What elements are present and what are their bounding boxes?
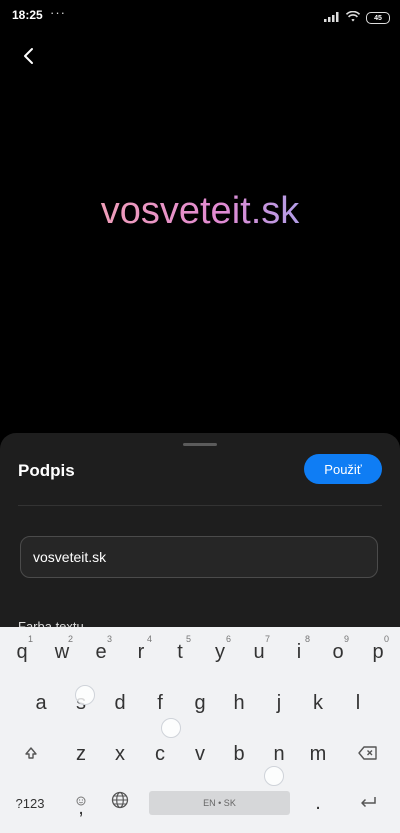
key-q[interactable]: 1q [2, 632, 42, 672]
key-m[interactable]: m [298, 734, 338, 774]
key-t[interactable]: 5t [160, 632, 200, 672]
space-key[interactable]: EN • SK [149, 791, 290, 815]
back-arrow-icon [22, 47, 34, 70]
key-f[interactable]: f [140, 683, 180, 723]
shift-key[interactable] [11, 734, 51, 774]
key-b[interactable]: b [219, 734, 259, 774]
key-e[interactable]: 3e [81, 632, 121, 672]
status-icons: 45 [324, 9, 390, 27]
keyboard-row-2: a s d f g h j k l [0, 683, 400, 723]
touch-indicator [75, 685, 95, 705]
key-g[interactable]: g [180, 683, 220, 723]
sheet-title: Podpis [18, 461, 75, 480]
notification-dots: ··· [50, 5, 66, 20]
shift-icon [24, 743, 38, 766]
signature-preview: vosveteit.sk [0, 190, 400, 233]
key-j[interactable]: j [259, 683, 299, 723]
signal-icon [324, 9, 340, 27]
touch-indicator [161, 718, 181, 738]
apply-button[interactable]: Použiť [304, 454, 382, 484]
status-time: 18:25 [12, 8, 43, 22]
key-d[interactable]: d [100, 683, 140, 723]
keyboard-row-1: 1q 2w 3e 4r 5t 6y 7u 8i 9o 0p [0, 632, 400, 672]
key-x[interactable]: x [100, 734, 140, 774]
keyboard-row-3: z x c v b n m [0, 734, 400, 774]
key-u[interactable]: 7u [239, 632, 279, 672]
wifi-icon [345, 9, 361, 27]
key-p[interactable]: 0p [358, 632, 398, 672]
key-a[interactable]: a [21, 683, 61, 723]
battery-icon: 45 [366, 12, 390, 24]
comma-key[interactable]: , [61, 783, 101, 823]
globe-icon [111, 791, 129, 815]
signature-text-input[interactable] [20, 536, 378, 578]
language-key[interactable] [100, 783, 140, 823]
key-l[interactable]: l [338, 683, 378, 723]
key-y[interactable]: 6y [200, 632, 240, 672]
enter-key[interactable] [348, 783, 388, 823]
key-z[interactable]: z [61, 734, 101, 774]
enter-icon [359, 792, 377, 815]
key-k[interactable]: k [298, 683, 338, 723]
divider [18, 505, 382, 506]
key-v[interactable]: v [180, 734, 220, 774]
backspace-key[interactable] [348, 734, 388, 774]
status-bar: 18:25 ··· 45 [0, 0, 400, 30]
key-c[interactable]: c [140, 734, 180, 774]
on-screen-keyboard: 1q 2w 3e 4r 5t 6y 7u 8i 9o 0p a s d f g … [0, 627, 400, 833]
period-key[interactable]: . [298, 783, 338, 823]
key-o[interactable]: 9o [318, 632, 358, 672]
back-button[interactable] [14, 44, 42, 72]
key-h[interactable]: h [219, 683, 259, 723]
backspace-icon [358, 743, 378, 766]
key-w[interactable]: 2w [42, 632, 82, 672]
key-i[interactable]: 8i [279, 632, 319, 672]
touch-indicator [264, 766, 284, 786]
symbols-key[interactable]: ?123 [10, 783, 50, 823]
sheet-drag-handle[interactable] [183, 443, 217, 446]
key-r[interactable]: 4r [121, 632, 161, 672]
